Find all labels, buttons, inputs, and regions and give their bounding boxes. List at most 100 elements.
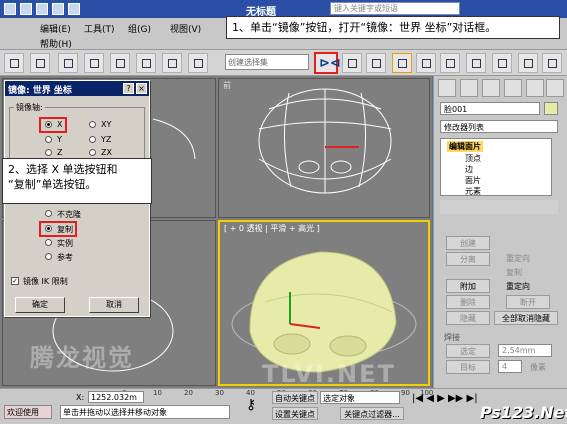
mirror-icon: ⊳⊲ — [319, 56, 341, 71]
schematic-icon[interactable] — [416, 53, 436, 73]
callout-step2-line2: “复制”单选按钮。 — [8, 178, 97, 191]
callout-step2-line1: 2、选择 X 单选按钮和 — [8, 163, 118, 176]
snap-icon[interactable] — [162, 53, 182, 73]
menu-group[interactable]: 组(G) — [128, 22, 151, 35]
welcome-field[interactable]: 欢迎使用 — [4, 405, 52, 419]
set-key-button[interactable]: 设置关键点 — [272, 407, 318, 420]
scale-icon[interactable] — [136, 53, 156, 73]
x-coord-field[interactable]: 1252.032m — [88, 391, 144, 403]
modify-tab-icon[interactable] — [460, 79, 478, 97]
radio-copy[interactable] — [45, 225, 52, 232]
radio-copy-label: 复制 — [57, 225, 73, 234]
render-frame-icon[interactable] — [492, 53, 512, 73]
hierarchy-tab-icon[interactable] — [482, 79, 500, 97]
object-name-field[interactable]: 脸001 — [440, 102, 540, 115]
attach-button[interactable]: 附加 — [446, 279, 490, 293]
render-setup-icon[interactable] — [466, 53, 486, 73]
key-icon[interactable]: ⚷ — [246, 397, 256, 413]
ik-limit-label: 镜像 IK 限制 — [23, 277, 68, 286]
menu-edit[interactable]: 编辑(E) — [40, 22, 71, 35]
object-color-swatch[interactable] — [544, 102, 558, 115]
render-icon[interactable] — [518, 53, 538, 73]
hide-button[interactable]: 隐藏 — [446, 311, 490, 325]
radio-reference[interactable] — [45, 253, 52, 260]
radio-instance-label: 实例 — [57, 239, 73, 248]
modifier-stack[interactable]: 编辑面片 顶点 边 面片 元素 — [440, 138, 552, 196]
help-button[interactable]: ? — [123, 83, 134, 94]
radio-reference-label: 参考 — [57, 253, 73, 262]
close-button[interactable]: × — [136, 83, 147, 94]
layer-icon[interactable] — [366, 53, 386, 73]
target-field[interactable]: 4 — [498, 360, 522, 373]
radio-zx-label: ZX — [101, 148, 112, 157]
key-filters-button[interactable]: 关键点过滤器... — [340, 407, 404, 420]
create-button[interactable]: 创建 — [446, 236, 490, 250]
threshold-field[interactable]: 2.54mm — [498, 344, 552, 357]
quick-new-icon[interactable] — [20, 3, 32, 15]
pixels-label: 像素 — [530, 363, 546, 372]
main-toolbar: 创建选择集 ⊳⊲ — [0, 50, 567, 76]
mirror-axis-label: 镜像轴: — [14, 102, 45, 113]
timeline-tick: 20 — [184, 389, 193, 397]
radio-xy[interactable] — [89, 121, 96, 128]
playback-controls-icon[interactable]: |◀ ◀ ▶ ▶▶ ▶| — [412, 393, 478, 404]
utilities-tab-icon[interactable] — [546, 79, 564, 97]
delete-button[interactable]: 删除 — [446, 295, 490, 309]
unhide-all-button[interactable]: 全部取消隐藏 — [494, 311, 558, 325]
target-button[interactable]: 目标 — [446, 360, 490, 374]
quick-save-icon[interactable] — [52, 3, 64, 15]
timeline-tick: 40 — [246, 389, 255, 397]
search-input[interactable]: 键入关键字或短语 — [330, 2, 460, 15]
undo-icon[interactable] — [68, 3, 80, 15]
stack-root[interactable]: 编辑面片 — [447, 141, 483, 152]
radio-y[interactable] — [45, 136, 52, 143]
select-icon[interactable] — [30, 53, 50, 73]
create-tab-icon[interactable] — [438, 79, 456, 97]
radio-xy-label: XY — [101, 120, 112, 129]
auto-key-button[interactable]: 自动关键点 — [272, 391, 318, 404]
selection-set-dropdown[interactable]: 创建选择集 — [225, 54, 309, 70]
threshold-button[interactable]: 选定 — [446, 344, 490, 358]
curve-editor-icon[interactable] — [392, 53, 412, 73]
radio-z[interactable] — [45, 149, 52, 156]
radio-no-clone[interactable] — [45, 210, 52, 217]
menu-help[interactable]: 帮助(H) — [40, 37, 72, 50]
menu-views[interactable]: 视图(V) — [170, 22, 201, 35]
break-button[interactable]: 断开 — [506, 295, 550, 309]
align-icon[interactable] — [342, 53, 362, 73]
radio-x[interactable] — [45, 121, 52, 128]
x-coord-label: X: — [76, 393, 85, 402]
radio-instance[interactable] — [45, 239, 52, 246]
stack-toolbar — [440, 200, 558, 214]
quick-open-icon[interactable] — [36, 3, 48, 15]
stack-item-vertex[interactable]: 顶点 — [465, 153, 481, 164]
radio-yz[interactable] — [89, 136, 96, 143]
command-panel: 脸001 修改器列表 编辑面片 顶点 边 面片 元素 创建 分离 重定向 复制 … — [433, 76, 567, 388]
ik-limit-checkbox[interactable]: ✓ — [11, 277, 19, 285]
rotate-icon[interactable] — [110, 53, 130, 73]
angle-snap-icon[interactable] — [188, 53, 208, 73]
radio-no-clone-label: 不克隆 — [57, 210, 81, 219]
detach-button[interactable]: 分离 — [446, 252, 490, 266]
selected-dropdown[interactable]: 选定对象 — [320, 391, 400, 404]
stack-item-edge[interactable]: 边 — [465, 164, 473, 175]
material-editor-icon[interactable] — [440, 53, 460, 73]
link-icon[interactable] — [4, 53, 24, 73]
stack-item-element[interactable]: 元素 — [465, 186, 481, 197]
timeline-tick: 90 — [401, 389, 410, 397]
motion-tab-icon[interactable] — [504, 79, 522, 97]
app-icon[interactable] — [4, 3, 16, 15]
mirror-button[interactable]: ⊳⊲ — [314, 52, 341, 74]
display-tab-icon[interactable] — [526, 79, 544, 97]
modifier-list-dropdown[interactable]: 修改器列表 — [440, 120, 558, 133]
teapot-icon[interactable] — [542, 53, 562, 73]
radio-y-label: Y — [57, 135, 62, 144]
cancel-button[interactable]: 取消 — [89, 297, 139, 313]
stack-item-patch[interactable]: 面片 — [465, 175, 481, 186]
move-icon[interactable] — [84, 53, 104, 73]
select-region-icon[interactable] — [58, 53, 78, 73]
radio-zx[interactable] — [89, 149, 96, 156]
viewport-front[interactable]: 前 — [218, 78, 430, 218]
ok-button[interactable]: 确定 — [15, 297, 65, 313]
menu-tools[interactable]: 工具(T) — [84, 22, 115, 35]
